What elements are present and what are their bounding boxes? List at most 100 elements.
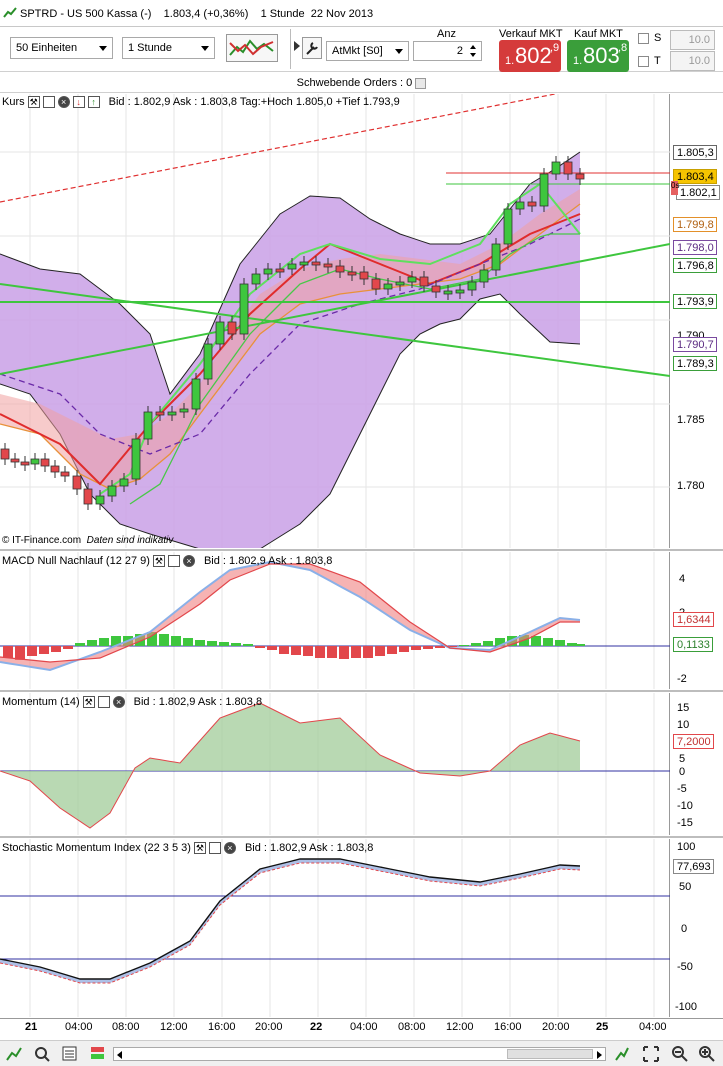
anz-stepper[interactable]: 2 <box>413 41 482 61</box>
price-panel[interactable]: Kurs ⚒ × ↓ ↑ Bid : 1.802,9 Ask : 1.803,8… <box>0 94 670 548</box>
momentum-tick: 15 <box>677 702 690 714</box>
time-label: 16:00 <box>494 1021 522 1033</box>
macd-bar <box>171 636 181 646</box>
panel-separator[interactable] <box>0 549 723 551</box>
candle <box>515 201 525 210</box>
s-checkbox[interactable] <box>638 33 649 44</box>
smi-tag: 77,693 <box>673 859 714 874</box>
macd-bar <box>531 636 541 646</box>
scroll-thumb[interactable] <box>507 1049 593 1059</box>
window-icon[interactable] <box>97 696 110 708</box>
window-icon[interactable] <box>208 842 221 854</box>
t-checkbox[interactable] <box>638 56 649 67</box>
sell-button[interactable]: 1. 802,9 <box>499 40 561 72</box>
scroll-right-arrow[interactable] <box>597 1051 602 1059</box>
macd-bar <box>435 646 445 648</box>
sell-label: Verkauf MKT <box>499 28 563 40</box>
copyright-text: © IT-Finance.com Daten sind indikativ <box>2 535 173 546</box>
time-label: 08:00 <box>398 1021 426 1033</box>
macd-panel[interactable]: MACD Null Nachlauf (12 27 9) ⚒ × Bid : 1… <box>0 552 670 689</box>
candle <box>311 261 321 266</box>
indicator-icon[interactable] <box>33 1045 51 1063</box>
s-input[interactable]: 10.0 <box>670 30 715 50</box>
wrench-icon[interactable]: ⚒ <box>193 842 206 854</box>
buy-prefix: 1. <box>573 55 583 67</box>
candle <box>50 465 60 473</box>
candle <box>227 321 237 335</box>
candle <box>72 475 82 490</box>
pan-icon[interactable] <box>614 1045 630 1063</box>
trade-icon[interactable] <box>89 1045 107 1063</box>
macd-bar <box>3 646 13 658</box>
price-tag-lowband: 1.790,7 <box>673 337 717 352</box>
macd-bar <box>339 646 349 659</box>
zoom-fit-icon[interactable] <box>642 1045 660 1063</box>
t-input[interactable]: 10.0 <box>670 51 715 71</box>
macd-bar <box>255 646 265 648</box>
settings-wrench-button[interactable] <box>302 37 322 59</box>
sell-arrow-icon[interactable]: ↓ <box>72 96 85 108</box>
momentum-tick: 5 <box>679 753 686 765</box>
time-label: 21 <box>25 1021 38 1033</box>
toolbar-divider <box>290 29 291 69</box>
macd-bar <box>543 638 553 646</box>
candle <box>467 281 477 291</box>
close-icon[interactable]: × <box>223 842 236 854</box>
time-label: 20:00 <box>542 1021 570 1033</box>
wrench-icon[interactable]: ⚒ <box>27 96 40 108</box>
window-icon[interactable] <box>167 555 180 567</box>
stepper-up-icon[interactable] <box>470 45 476 49</box>
smi-line <box>0 858 581 980</box>
title-price: 1.803,4 (+0,36%) <box>163 8 249 20</box>
momentum-panel[interactable]: Momentum (14) ⚒ × Bid : 1.802,9 Ask : 1.… <box>0 693 670 835</box>
candle <box>10 458 20 463</box>
time-label: 25 <box>596 1021 609 1033</box>
quantity-select[interactable]: 50 Einheiten <box>10 37 113 59</box>
time-label: 16:00 <box>208 1021 236 1033</box>
momentum-tick: 0 <box>679 766 686 778</box>
stepper-down-icon[interactable] <box>470 53 476 57</box>
chevron-down-icon <box>201 46 209 51</box>
chart-type-button[interactable] <box>226 34 278 62</box>
list-icon[interactable] <box>61 1045 79 1063</box>
close-icon[interactable]: × <box>182 555 195 567</box>
buy-button[interactable]: 1. 803,8 <box>567 40 629 72</box>
panel-separator[interactable] <box>0 836 723 838</box>
price-axis: 1.795 1.790 1.785 1.780 <box>671 94 723 548</box>
orders-toggle-icon[interactable] <box>415 77 427 89</box>
t-label: T <box>654 55 661 67</box>
wrench-icon[interactable]: ⚒ <box>82 696 95 708</box>
macd-bar <box>291 646 301 655</box>
buy-arrow-icon[interactable]: ↑ <box>87 96 100 108</box>
close-icon[interactable]: × <box>57 96 70 108</box>
candle <box>383 283 393 290</box>
macd-bar <box>471 643 481 646</box>
expand-arrow-icon[interactable] <box>294 41 300 51</box>
wrench-icon[interactable]: ⚒ <box>152 555 165 567</box>
candle <box>443 290 453 295</box>
window-icon[interactable] <box>42 96 55 108</box>
zoom-out-icon[interactable] <box>671 1045 689 1063</box>
smi-panel[interactable]: Stochastic Momentum Index (22 3 5 3) ⚒ ×… <box>0 839 670 1017</box>
macd-bar <box>459 645 469 646</box>
pending-orders-bar: Schwebende Orders : 0 <box>0 73 723 93</box>
candle <box>299 261 309 266</box>
wrench-icon <box>306 42 318 55</box>
candle <box>335 265 345 273</box>
chart-add-icon[interactable] <box>5 1045 23 1063</box>
price-tag-last: 1.803,4 <box>673 169 717 184</box>
candle <box>239 283 249 335</box>
order-type-select[interactable]: AtMkt [S0] <box>326 41 409 61</box>
macd-tick: -2 <box>677 673 687 685</box>
panel-separator[interactable] <box>0 690 723 692</box>
s-label: S <box>654 32 662 44</box>
macd-bar <box>219 642 229 646</box>
zoom-in-icon[interactable] <box>698 1045 716 1063</box>
period-select[interactable]: 1 Stunde <box>122 37 215 59</box>
os-marker: 0s <box>671 181 679 195</box>
candle <box>143 411 153 440</box>
scrollbar[interactable] <box>113 1047 606 1061</box>
scroll-left-arrow[interactable] <box>117 1051 122 1059</box>
close-icon[interactable]: × <box>112 696 125 708</box>
smi-tick: 0 <box>681 923 688 935</box>
